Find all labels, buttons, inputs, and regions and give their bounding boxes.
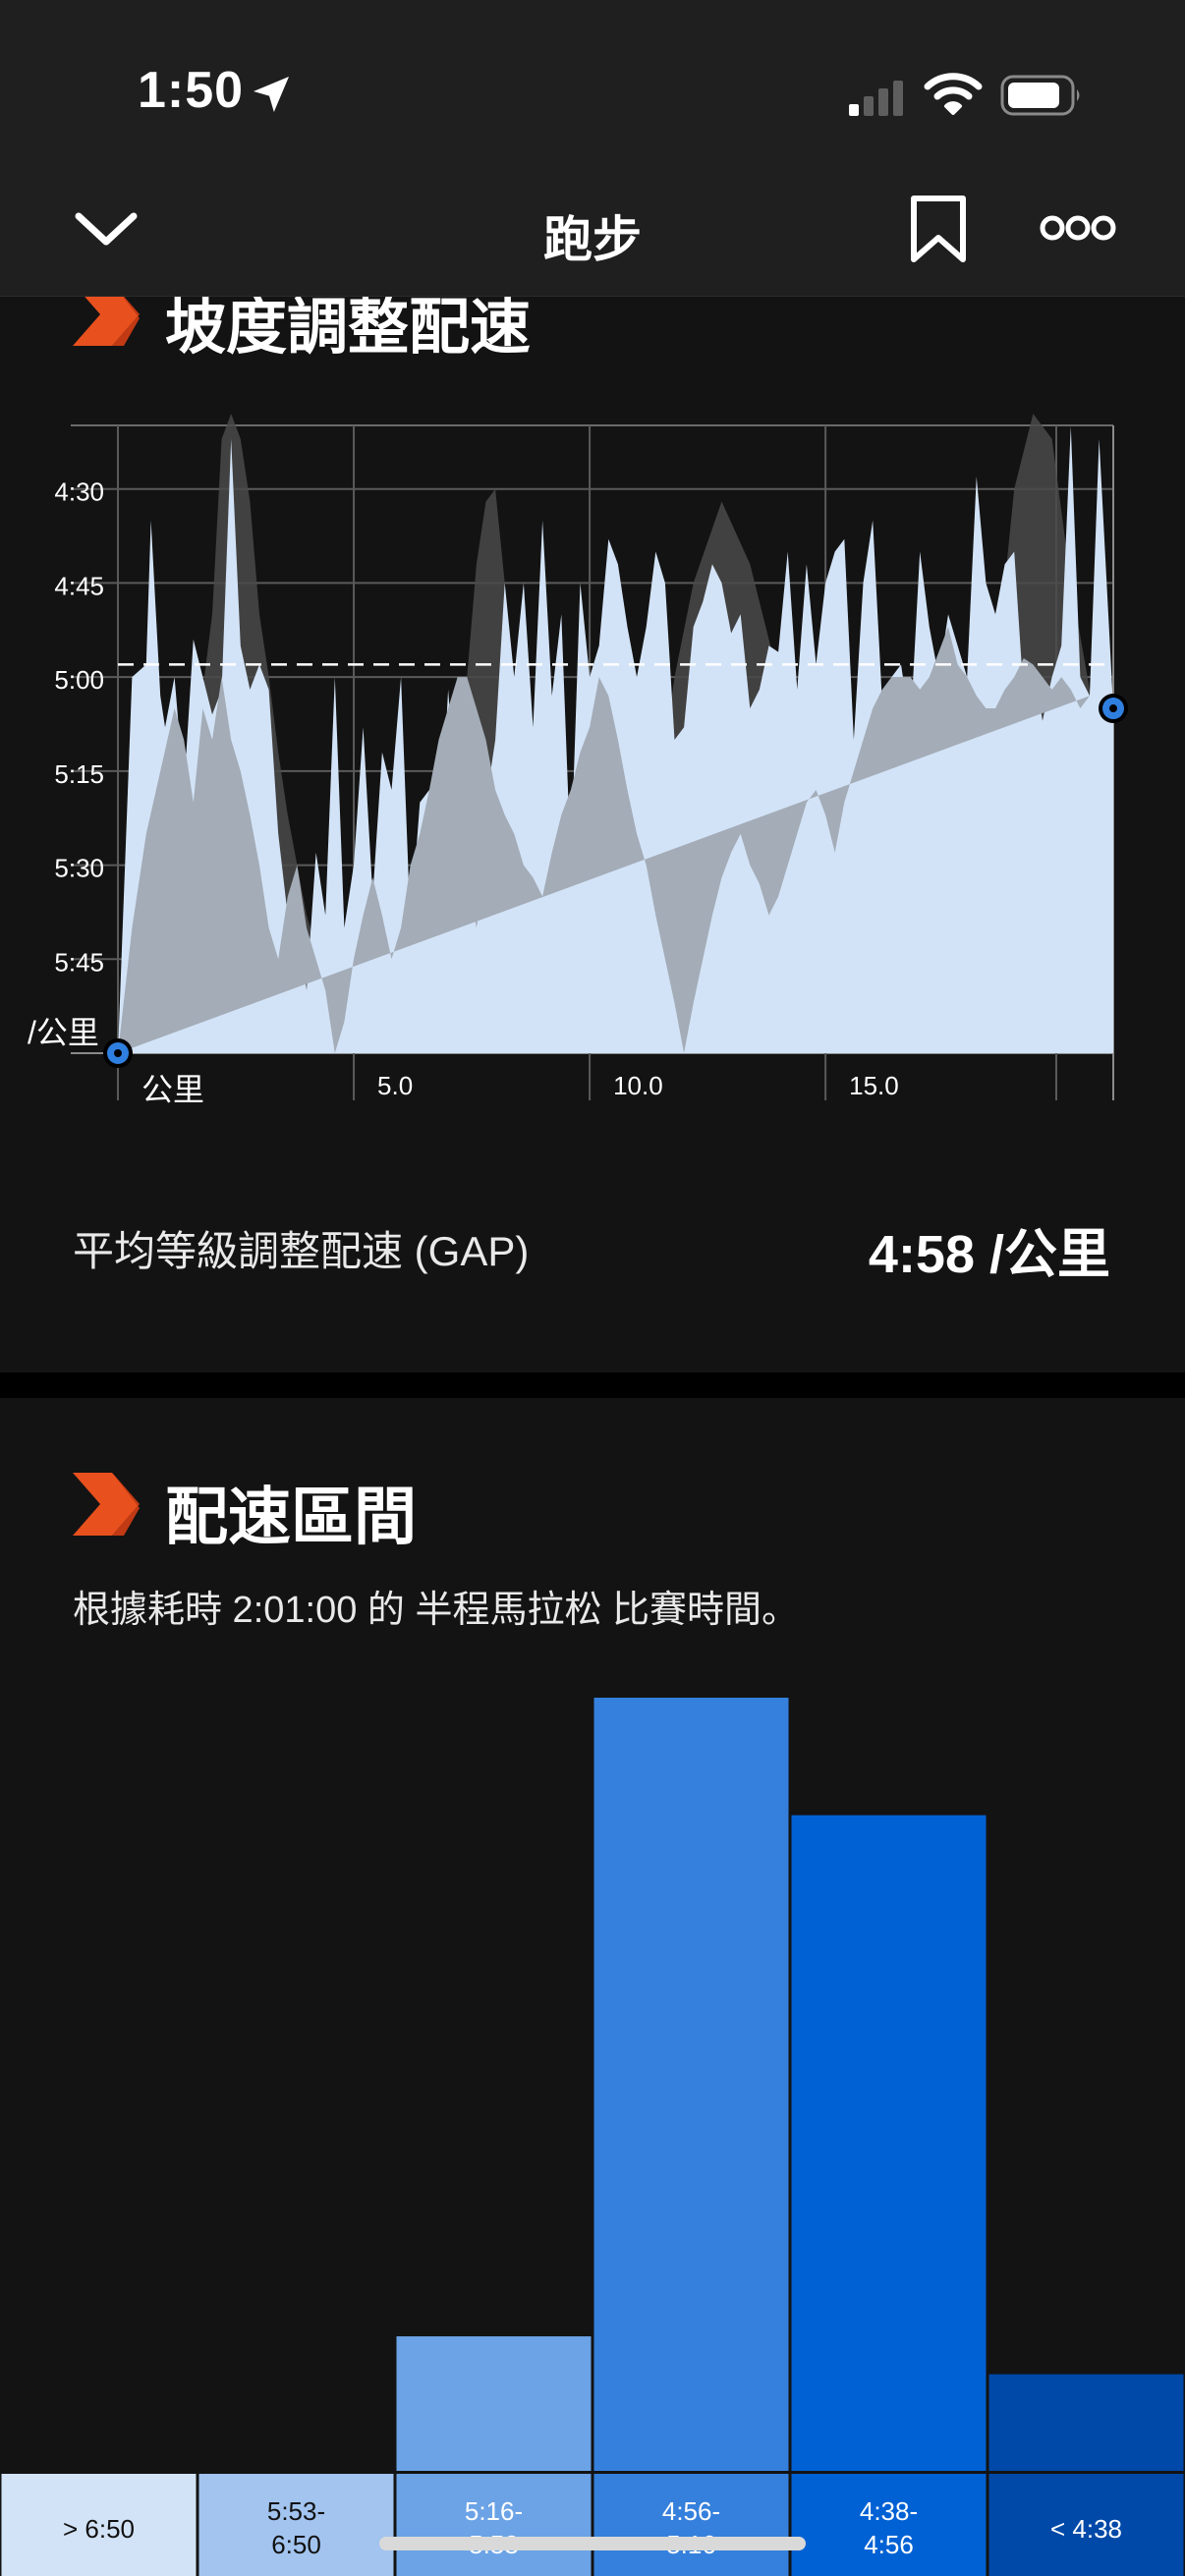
x-axis-label: 公里: [141, 1072, 204, 1107]
range-marker-dot: [1109, 704, 1117, 713]
zone-label: 4:38-: [860, 2496, 918, 2526]
pace-zones-section: > 6:505:53-6:505:16-5:534:56-5:164:38-4:…: [0, 1398, 1185, 2576]
zone-label: 4:56: [864, 2530, 914, 2559]
location-arrow-icon: [254, 77, 289, 112]
range-marker-dot: [114, 1049, 122, 1057]
y-tick-label: 4:45: [54, 571, 104, 600]
gap-section-title: 坡度調整配速: [165, 297, 532, 362]
zone-label: 6:50: [271, 2530, 321, 2559]
status-time: 1:50: [138, 62, 245, 119]
x-tick-label: 5.0: [377, 1071, 413, 1100]
y-tick-label: 5:30: [54, 854, 104, 883]
section-divider: [0, 1372, 1185, 1398]
y-tick-label: 4:30: [54, 477, 104, 507]
pace-zones-subtitle: 根據耗時 2:01:00 的 半程馬拉松 比賽時間。: [73, 1590, 800, 1631]
zone-label: 4:56-: [662, 2496, 720, 2526]
x-tick-label: 10.0: [613, 1071, 663, 1100]
zone-bar: [791, 1815, 987, 2471]
gap-average-label: 平均等級調整配速 (GAP): [73, 1228, 530, 1274]
zone-label: < 4:38: [1050, 2514, 1122, 2544]
nav-bar: 跑步: [0, 157, 1185, 297]
zone-label: 5:16-: [465, 2496, 523, 2526]
bookmark-icon[interactable]: [904, 195, 973, 263]
cellular-signal-icon: [849, 81, 903, 116]
x-tick-label: 15.0: [849, 1071, 899, 1100]
y-tick-label: 5:00: [54, 665, 104, 695]
zone-bar: [988, 2374, 1184, 2471]
y-tick-labels: 4:30 4:45 5:00 5:15 5:30 5:45: [54, 477, 104, 978]
page-title: 跑步: [543, 212, 642, 267]
zone-bar: [593, 1698, 789, 2471]
zone-bars: [396, 1698, 1184, 2471]
home-indicator[interactable]: [379, 2537, 806, 2550]
zone-label: 5:53-: [267, 2496, 325, 2526]
pace-zones-title: 配速區間: [165, 1482, 417, 1552]
chevron-right-icon: [73, 297, 140, 346]
more-dots-icon[interactable]: [1040, 208, 1116, 248]
activity-screen: 1:50 跑步 坡度調整配速 5.0 10.0 15.0 4:30 4:45 5…: [0, 0, 1185, 2576]
pace-zones-chart[interactable]: > 6:505:53-6:505:16-5:534:56-5:164:38-4:…: [0, 1398, 1185, 2576]
gap-section: 坡度調整配速 5.0 10.0 15.0 4:30 4:45 5:00 5:15 5:30 5…: [0, 297, 1185, 1372]
zone-label: > 6:50: [63, 2514, 135, 2544]
y-axis-label: /公里: [28, 1015, 99, 1050]
status-bar: 1:50: [0, 0, 1185, 157]
zone-bar: [396, 2336, 592, 2471]
y-tick-label: 5:15: [54, 759, 104, 789]
x-tick-labels: 5.0 10.0 15.0: [377, 1071, 899, 1100]
gap-average-value: 4:58 /公里: [868, 1225, 1110, 1284]
wifi-icon: [924, 73, 983, 115]
battery-icon: [1000, 75, 1080, 116]
zone-labels: > 6:505:53-6:505:16-5:534:56-5:164:38-4:…: [1, 2474, 1184, 2576]
chevron-right-icon: [73, 1473, 140, 1536]
y-tick-label: 5:45: [54, 947, 104, 977]
